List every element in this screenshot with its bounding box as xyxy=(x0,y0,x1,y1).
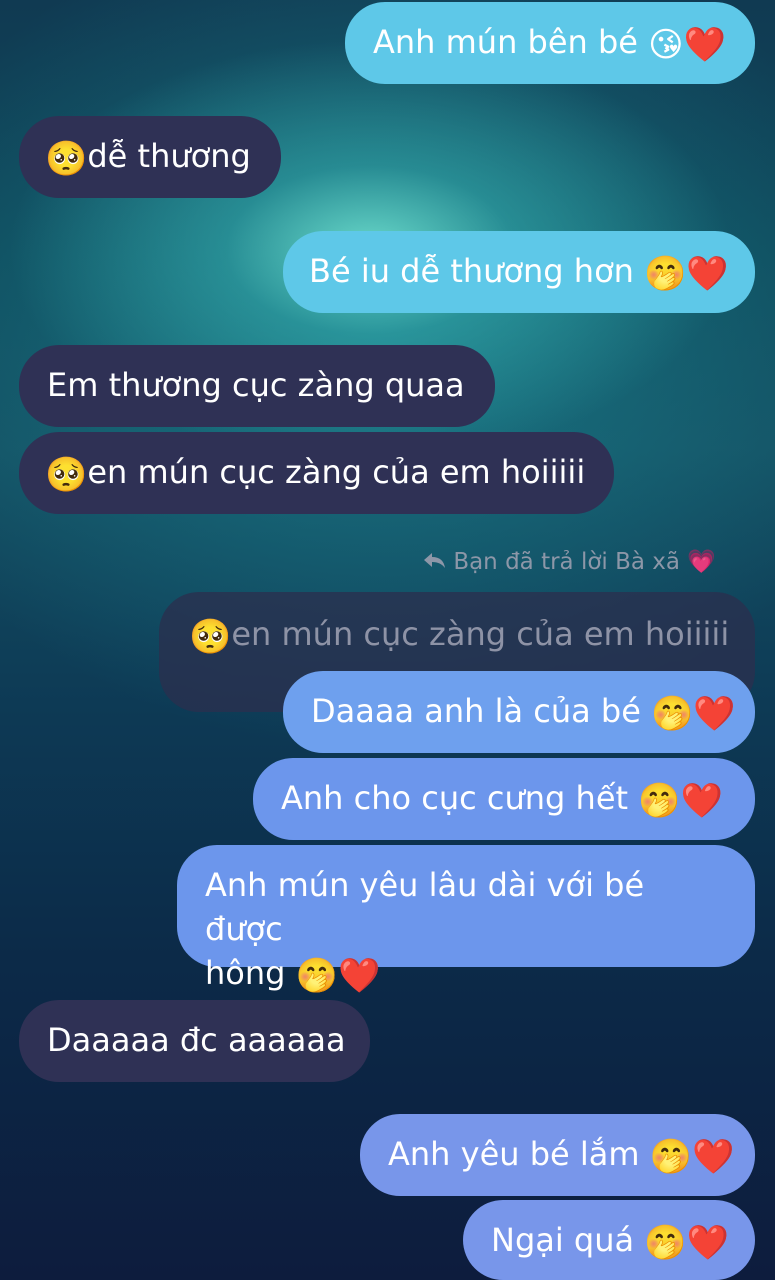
giggle-heart-emoji-icon: 🤭❤️ xyxy=(638,781,723,821)
giggle-heart-emoji-icon: 🤭❤️ xyxy=(295,956,381,996)
message-text: Ngại quá xyxy=(491,1221,635,1259)
message-text-line1: Anh mún yêu lâu dài với bé được xyxy=(205,866,645,948)
giggle-heart-emoji-icon: 🤭❤️ xyxy=(644,1223,729,1263)
reply-arrow-icon xyxy=(422,549,446,575)
outgoing-message[interactable]: Ngại quá 🤭❤️ xyxy=(463,1200,755,1280)
giggle-heart-emoji-icon: 🤭❤️ xyxy=(651,694,736,734)
heart-emoji-icon: 💗 xyxy=(687,549,716,575)
message-text: en mún cục zàng của em hoiiiii xyxy=(87,453,586,491)
reply-indicator: Bạn đã trả lời Bà xã 💗 xyxy=(422,548,716,575)
incoming-message[interactable]: Em thương cục zàng quaa xyxy=(19,345,495,427)
message-text: Daaaa anh là của bé xyxy=(311,692,641,730)
message-text: dễ thương xyxy=(87,137,251,175)
giggle-heart-emoji-icon: 🤭❤️ xyxy=(644,254,729,294)
pleading-face-emoji-icon: 🥺 xyxy=(189,617,232,657)
message-text: Anh mún bên bé xyxy=(373,23,638,61)
incoming-message[interactable]: 🥺en mún cục zàng của em hoiiiii xyxy=(19,432,614,514)
message-text: Daaaaa đc aaaaaa xyxy=(47,1021,346,1059)
message-text: Em thương cục zàng quaa xyxy=(47,366,465,404)
message-text: Anh yêu bé lắm xyxy=(388,1135,640,1173)
outgoing-message[interactable]: Anh mún bên bé 😘❤️ xyxy=(345,2,755,84)
outgoing-message[interactable]: Anh yêu bé lắm 🤭❤️ xyxy=(360,1114,755,1196)
message-text: Bé iu dễ thương hơn xyxy=(309,252,634,290)
incoming-message[interactable]: 🥺dễ thương xyxy=(19,116,281,198)
pleading-face-emoji-icon: 🥺 xyxy=(45,139,88,179)
pleading-face-emoji-icon: 🥺 xyxy=(45,455,88,495)
message-text: Anh cho cục cưng hết xyxy=(281,779,629,817)
outgoing-message[interactable]: Bé iu dễ thương hơn 🤭❤️ xyxy=(283,231,755,313)
outgoing-message[interactable]: Anh cho cục cưng hết 🤭❤️ xyxy=(253,758,755,840)
outgoing-message[interactable]: Anh mún yêu lâu dài với bé được hông 🤭❤️ xyxy=(177,845,755,996)
kiss-heart-emoji-icon: 😘❤️ xyxy=(648,25,726,65)
giggle-heart-emoji-icon: 🤭❤️ xyxy=(649,1137,735,1177)
reply-note-text: Bạn đã trả lời Bà xã xyxy=(453,549,681,575)
message-text-line2: hông xyxy=(205,954,286,992)
outgoing-message[interactable]: Daaaa anh là của bé 🤭❤️ xyxy=(283,671,755,753)
quoted-text: en mún cục zàng của em hoiiiii xyxy=(231,615,730,653)
incoming-message[interactable]: Daaaaa đc aaaaaa xyxy=(19,1000,370,1082)
